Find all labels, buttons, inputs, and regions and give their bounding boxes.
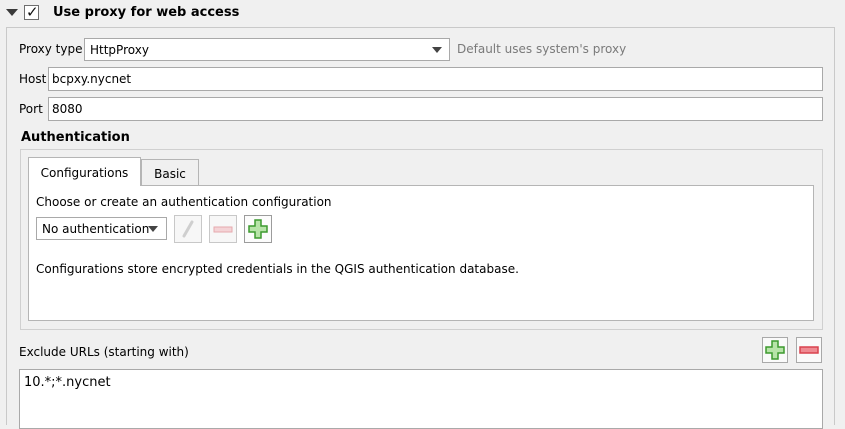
edit-icon bbox=[182, 220, 194, 238]
exclude-urls-value: 10.*;*.nycnet bbox=[24, 375, 111, 390]
tab-basic[interactable]: Basic bbox=[141, 159, 199, 185]
add-icon bbox=[765, 340, 785, 360]
group-title[interactable]: Use proxy for web access bbox=[53, 5, 239, 20]
host-value: bcpxy.nycnet bbox=[52, 72, 132, 86]
remove-icon bbox=[213, 226, 233, 233]
choose-config-label: Choose or create an authentication confi… bbox=[36, 195, 332, 209]
add-icon bbox=[248, 219, 268, 239]
proxy-type-value: HttpProxy bbox=[90, 43, 149, 57]
tab-configurations[interactable]: Configurations bbox=[28, 157, 141, 186]
proxy-type-label: Proxy type bbox=[19, 42, 83, 56]
auth-info-text: Configurations store encrypted credentia… bbox=[36, 262, 519, 276]
use-proxy-checkbox[interactable]: ✓ bbox=[24, 3, 39, 21]
tab-basic-label: Basic bbox=[154, 167, 186, 181]
host-input[interactable]: bcpxy.nycnet bbox=[48, 67, 823, 91]
tab-configurations-label: Configurations bbox=[40, 166, 129, 180]
chevron-down-icon bbox=[148, 226, 158, 232]
add-config-button[interactable] bbox=[244, 215, 272, 243]
collapse-arrow-icon[interactable] bbox=[6, 9, 18, 16]
auth-config-select[interactable]: No authentication bbox=[36, 217, 167, 240]
port-label: Port bbox=[19, 102, 43, 116]
host-label: Host bbox=[19, 72, 47, 86]
port-input[interactable]: 8080 bbox=[48, 97, 823, 121]
authentication-title: Authentication bbox=[21, 130, 130, 145]
checkmark-icon: ✓ bbox=[26, 3, 39, 21]
remove-icon bbox=[799, 346, 819, 354]
edit-config-button[interactable] bbox=[174, 215, 202, 243]
chevron-down-icon bbox=[432, 47, 442, 53]
exclude-urls-label: Exclude URLs (starting with) bbox=[19, 345, 189, 359]
proxy-type-select[interactable]: HttpProxy bbox=[84, 38, 450, 61]
remove-url-button[interactable] bbox=[796, 337, 822, 363]
exclude-urls-textarea[interactable]: 10.*;*.nycnet bbox=[19, 369, 823, 429]
proxy-type-hint: Default uses system's proxy bbox=[457, 42, 627, 56]
port-value: 8080 bbox=[52, 102, 83, 116]
auth-config-value: No authentication bbox=[42, 222, 150, 236]
add-url-button[interactable] bbox=[762, 337, 788, 363]
remove-config-button[interactable] bbox=[209, 215, 237, 243]
